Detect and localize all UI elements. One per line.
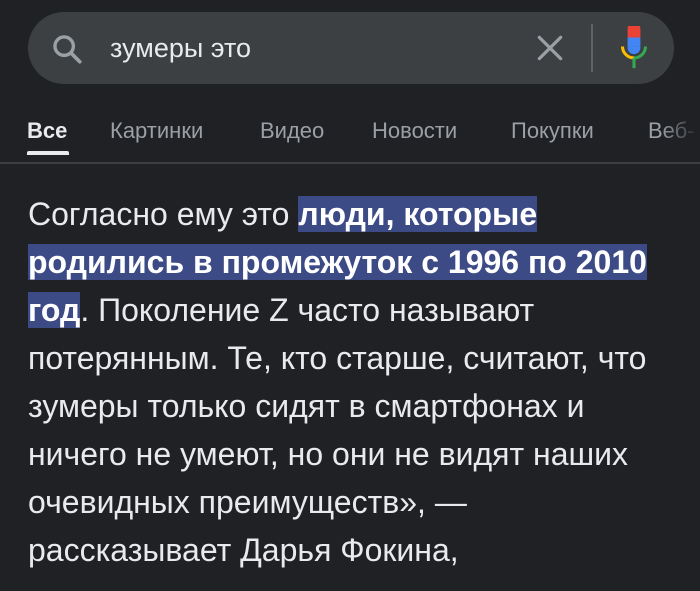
snippet-text-after: . Поколение Z часто называют потерянным.…	[28, 292, 647, 568]
search-input[interactable]	[110, 29, 530, 67]
tab-shopping[interactable]: Покупки	[511, 118, 594, 144]
search-tabs: Все Картинки Видео Новости Покупки Веб-	[0, 100, 700, 164]
search-bar[interactable]	[28, 12, 674, 84]
snippet-text-before: Согласно ему это	[28, 196, 299, 232]
featured-snippet: Согласно ему это люди, которые родились …	[28, 190, 668, 574]
close-icon[interactable]	[534, 32, 566, 64]
tab-all[interactable]: Все	[27, 118, 67, 144]
tab-news[interactable]: Новости	[372, 118, 457, 144]
mic-icon[interactable]	[618, 26, 650, 72]
search-icon[interactable]	[50, 32, 84, 66]
tabs-fade	[660, 100, 700, 160]
active-tab-indicator	[27, 151, 69, 155]
tab-video[interactable]: Видео	[260, 118, 324, 144]
search-divider	[591, 24, 593, 72]
tab-images[interactable]: Картинки	[110, 118, 203, 144]
